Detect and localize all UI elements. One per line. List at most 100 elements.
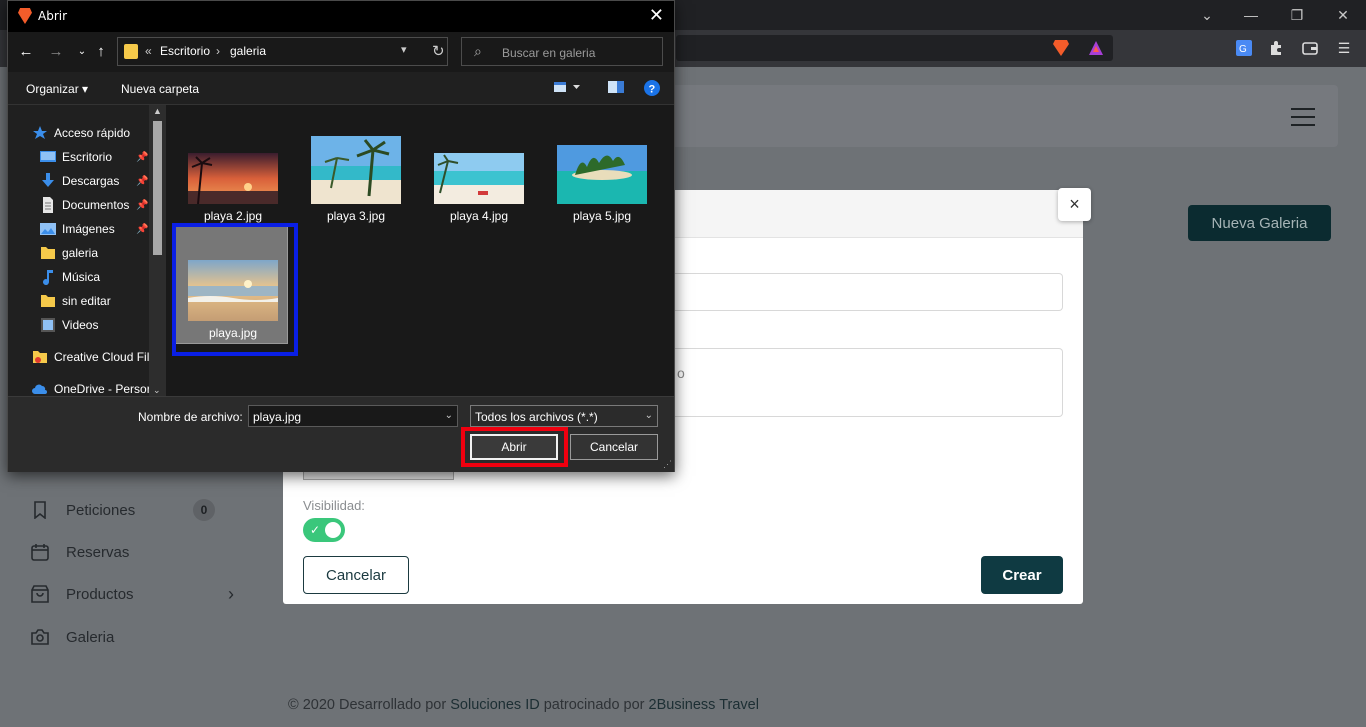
file-name: playa 2.jpg — [203, 209, 263, 223]
path-overflow-icon[interactable]: « — [145, 44, 152, 58]
nav-item-musica[interactable]: Música — [40, 269, 101, 286]
dialog-close-icon[interactable]: ✕ — [649, 5, 664, 26]
gallery-description-textarea[interactable]: o — [655, 348, 1063, 417]
page-footer: © 2020 Desarrollado por Soluciones ID pa… — [288, 697, 759, 713]
nav-item-creative-cloud[interactable]: Creative Cloud Fil — [32, 349, 149, 365]
nav-item-label: Videos — [62, 318, 99, 332]
scroll-up-icon[interactable]: ▲ — [153, 106, 162, 116]
selection-annotation-box — [172, 223, 298, 356]
filename-input[interactable]: playa.jpg ⌄ — [248, 405, 458, 427]
nav-item-label: Imágenes — [62, 222, 115, 236]
nav-item-label: Acceso rápido — [54, 126, 131, 140]
dialog-cancel-button[interactable]: Cancelar — [570, 434, 658, 460]
chevron-down-icon[interactable]: ▾ — [401, 43, 407, 56]
file-tile-playa-4[interactable] — [434, 153, 524, 204]
dialog-title: Abrir — [38, 9, 68, 23]
up-arrow-icon[interactable]: ↑ — [91, 42, 111, 62]
brave-shields-icon[interactable] — [1051, 38, 1071, 58]
file-name: playa 3.jpg — [326, 209, 386, 223]
minimize-icon[interactable]: — — [1240, 4, 1262, 26]
organize-menu[interactable]: Organizar ▾ — [26, 82, 88, 96]
file-name: playa 4.jpg — [449, 209, 509, 223]
breadcrumb-escritorio[interactable]: Escritorio — [160, 44, 210, 58]
nav-item-label: Música — [62, 270, 101, 284]
sidebar-item-label: Reservas — [66, 543, 130, 561]
camera-icon — [30, 627, 50, 647]
hamburger-menu-icon[interactable] — [1291, 108, 1315, 126]
preview-pane-icon[interactable] — [608, 81, 624, 96]
scrollbar-thumb[interactable] — [153, 121, 162, 255]
image-thumbnail — [557, 145, 647, 204]
tab-search-icon[interactable]: ⌄ — [1196, 4, 1218, 26]
footer-link-soluciones[interactable]: Soluciones ID — [450, 697, 539, 713]
nav-item-galeria[interactable]: galeria — [40, 245, 98, 261]
svg-text:G: G — [1239, 44, 1247, 55]
chevron-right-icon: › — [228, 584, 234, 604]
documents-folder-icon — [40, 197, 56, 213]
nav-item-label: Escritorio — [62, 150, 113, 164]
file-tile-playa-3[interactable] — [311, 136, 401, 204]
address-path[interactable]: « Escritorio › galeria ▾ ↻ — [117, 37, 448, 66]
brave-logo-icon — [18, 8, 32, 24]
recent-locations-icon[interactable]: ⌄ — [72, 42, 92, 62]
pin-icon: 📌 — [136, 175, 149, 187]
pin-icon: 📌 — [136, 199, 149, 211]
filetype-value: Todos los archivos (*.*) — [475, 410, 598, 424]
filetype-select[interactable]: Todos los archivos (*.*) ⌄ — [470, 405, 658, 427]
calendar-icon — [30, 542, 50, 562]
folder-icon — [124, 44, 138, 59]
scroll-down-icon[interactable]: ⌄ — [153, 385, 161, 396]
nav-item-label: Descargas — [62, 174, 120, 188]
sidebar-item-reservas[interactable]: Reservas — [30, 542, 129, 562]
gallery-name-input[interactable] — [655, 273, 1063, 311]
pictures-folder-icon — [40, 221, 56, 237]
sidebar-item-peticiones[interactable]: Peticiones — [30, 500, 135, 520]
help-icon[interactable]: ? — [644, 80, 660, 99]
refresh-icon[interactable]: ↻ — [432, 42, 445, 60]
create-button[interactable]: Crear — [981, 556, 1063, 594]
chevron-down-icon[interactable]: ⌄ — [445, 410, 453, 421]
restore-icon[interactable]: ❐ — [1286, 4, 1308, 26]
nav-item-escritorio[interactable]: Escritorio 📌 — [40, 149, 148, 165]
translate-extension-icon[interactable]: G — [1234, 38, 1254, 58]
browser-menu-icon[interactable]: ☰ — [1334, 38, 1354, 58]
breadcrumb-separator: › — [216, 44, 220, 58]
navigation-pane: Acceso rápido Escritorio 📌 Descargas 📌 D… — [8, 105, 166, 397]
nav-item-sin-editar[interactable]: sin editar — [40, 293, 111, 309]
nav-item-descargas[interactable]: Descargas 📌 — [40, 173, 148, 189]
nav-item-documentos[interactable]: Documentos 📌 — [40, 197, 148, 213]
view-options-icon[interactable] — [554, 81, 582, 96]
nav-item-imagenes[interactable]: Imágenes 📌 — [40, 221, 148, 237]
visibility-toggle[interactable]: ✓ — [303, 518, 345, 542]
check-icon: ✓ — [310, 523, 321, 537]
dialog-search-input[interactable]: ⌕ Buscar en galeria — [461, 37, 663, 66]
new-gallery-button[interactable]: Nueva Galeria — [1188, 205, 1331, 241]
sidebar-item-productos[interactable]: Productos — [30, 584, 134, 604]
nav-item-quick-access[interactable]: Acceso rápido — [32, 125, 130, 141]
nav-item-label: sin editar — [62, 294, 111, 308]
back-arrow-icon[interactable]: ← — [16, 42, 36, 62]
creative-cloud-icon — [32, 349, 48, 365]
file-name: playa 5.jpg — [572, 209, 632, 223]
sidebar-item-galeria[interactable]: Galeria — [30, 627, 114, 647]
wallet-icon[interactable] — [1300, 38, 1320, 58]
modal-close-button[interactable]: × — [1058, 188, 1091, 221]
file-tile-playa-5[interactable] — [557, 145, 647, 204]
forward-arrow-icon[interactable]: → — [46, 42, 66, 62]
address-bar[interactable] — [676, 35, 1113, 61]
shopping-bag-icon — [30, 584, 50, 604]
file-tile-playa-2[interactable] — [188, 153, 278, 205]
modal-cancel-button[interactable]: Cancelar — [303, 556, 409, 594]
breadcrumb-galeria[interactable]: galeria — [230, 44, 266, 58]
nav-item-onedrive[interactable]: OneDrive - Persor — [32, 381, 151, 397]
dialog-command-bar: Organizar ▾ Nueva carpeta ? — [8, 72, 674, 105]
nav-item-videos[interactable]: Videos — [40, 317, 98, 333]
pin-icon: 📌 — [136, 151, 149, 163]
extensions-icon[interactable] — [1266, 38, 1286, 58]
footer-link-2business[interactable]: 2Business Travel — [649, 697, 759, 713]
new-folder-button[interactable]: Nueva carpeta — [121, 82, 199, 96]
brave-rewards-icon[interactable] — [1086, 38, 1106, 58]
close-window-icon[interactable]: ✕ — [1332, 4, 1354, 26]
nav-pane-scrollbar[interactable]: ▲ ⌄ — [149, 105, 166, 397]
resize-grip-icon[interactable]: ⋰ — [663, 459, 672, 470]
